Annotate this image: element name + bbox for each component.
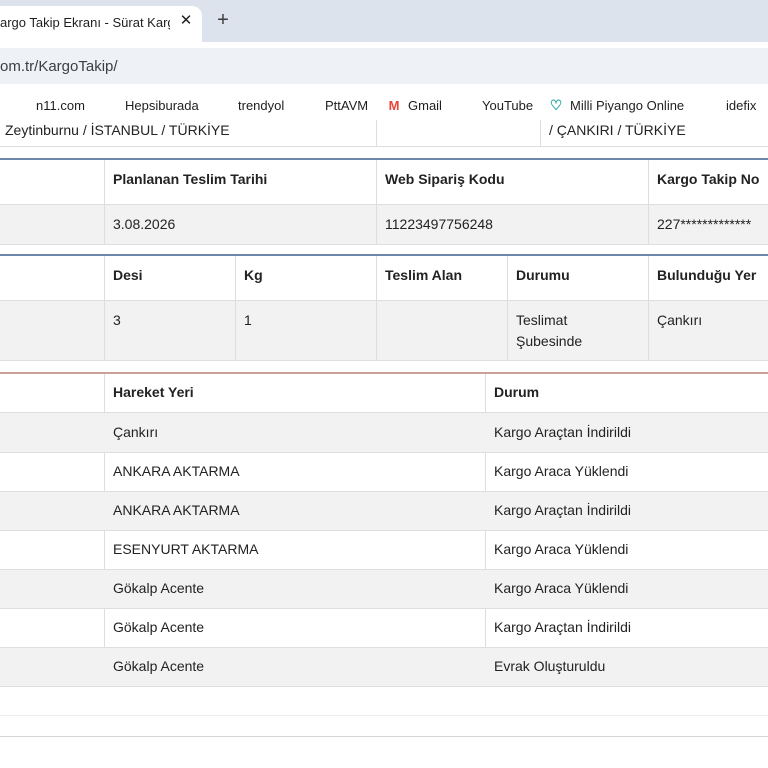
divider: [0, 204, 768, 205]
divider: [0, 608, 768, 609]
tracking-page: Zeytinburnu / İSTANBUL / TÜRKİYE / ÇANKI…: [0, 120, 768, 768]
table-row-status: Evrak Oluşturuldu: [494, 658, 606, 674]
trendyol-icon: t: [222, 100, 226, 110]
column-header-planned-date: Planlanan Teslim Tarihi: [113, 171, 268, 187]
table-row-status: Kargo Araca Yüklendi: [494, 463, 629, 479]
bookmark-label: n11.com: [36, 97, 85, 113]
divider: [376, 120, 377, 146]
address-bar[interactable]: om.tr/KargoTakip/: [0, 48, 768, 84]
table-top-border: [0, 158, 768, 160]
table-row-status: Kargo Araçtan İndirildi: [494, 502, 631, 518]
divider: [0, 686, 768, 687]
table-top-border: [0, 254, 768, 256]
location-value: Çankırı: [657, 312, 703, 328]
receiver-address: / ÇANKIRI / TÜRKİYE: [549, 122, 686, 138]
address-bar-url[interactable]: om.tr/KargoTakip/: [0, 58, 118, 75]
divider: [0, 146, 768, 147]
web-order-code-value: 11223497756248: [385, 216, 493, 232]
bookmark-label: Milli Piyango Online: [570, 97, 685, 113]
table-row-status: Kargo Araçtan İndirildi: [494, 424, 631, 440]
divider: [0, 736, 768, 737]
bookmark-gmail[interactable]: M Gmail: [386, 95, 442, 115]
status-value-line2: Şubesinde: [516, 333, 583, 349]
bookmark-n11[interactable]: n n11.com: [14, 95, 85, 115]
bookmark-trendyol[interactable]: t trendyol: [216, 95, 285, 115]
column-header-location: Bulunduğu Yer: [657, 267, 757, 283]
column-header-receiver: Teslim Alan: [385, 267, 463, 283]
status-value-line1: Teslimat: [516, 312, 568, 328]
table-row-place: Çankırı: [113, 424, 159, 440]
bookmark-label: PttAVM: [325, 97, 369, 113]
bookmark-label: Hepsiburada: [125, 97, 199, 113]
browser-tab-active[interactable]: argo Takip Ekranı - Sürat Kargo ✕: [0, 6, 202, 42]
desi-value: 3: [113, 312, 121, 328]
idefix-icon: ◎: [706, 98, 718, 112]
bookmark-hepsiburada[interactable]: hb Hepsiburada: [103, 95, 199, 115]
divider: [0, 360, 768, 361]
table-row-status: Kargo Araçtan İndirildi: [494, 619, 631, 635]
column-header-movement-status: Durum: [494, 384, 540, 400]
table-row-place: ANKARA AKTARMA: [113, 463, 240, 479]
bookmark-youtube[interactable]: ▶ YouTube: [458, 95, 533, 115]
table-row-place: Gökalp Acente: [113, 619, 205, 635]
table-row-place: ANKARA AKTARMA: [113, 502, 240, 518]
table-row-place: Gökalp Acente: [113, 658, 205, 674]
bookmark-label: idefix: [726, 97, 757, 113]
bookmark-label: Gmail: [408, 97, 442, 113]
bookmarks-bar: n n11.com hb Hepsiburada t trendyol ptt …: [0, 90, 768, 120]
column-header-status: Durumu: [516, 267, 570, 283]
table-row-place: Gökalp Acente: [113, 580, 205, 596]
tab-title: argo Takip Ekranı - Sürat Kargo: [0, 15, 170, 30]
column-header-movement-place: Hareket Yeri: [113, 384, 194, 400]
divider: [540, 120, 541, 146]
youtube-icon: ▶: [464, 102, 470, 109]
tab-strip: argo Takip Ekranı - Sürat Kargo ✕ +: [0, 0, 768, 42]
pttavm-icon: ptt: [307, 102, 315, 108]
bookmark-label: YouTube: [482, 97, 534, 113]
table-row-status: Kargo Araca Yüklendi: [494, 580, 629, 596]
close-icon[interactable]: ✕: [176, 11, 196, 31]
bookmark-milli-piyango[interactable]: ♡ Milli Piyango Online: [548, 95, 684, 115]
table-row-status: Kargo Araca Yüklendi: [494, 541, 629, 557]
bookmark-label: trendyol: [238, 97, 285, 113]
n11-icon: n: [19, 100, 25, 110]
bookmark-idefix[interactable]: ◎ idefix: [704, 95, 757, 115]
browser-toolbar: om.tr/KargoTakip/: [0, 42, 768, 90]
divider: [0, 452, 768, 453]
hepsiburada-icon: hb: [106, 100, 116, 110]
new-tab-icon[interactable]: +: [212, 9, 234, 31]
divider: [0, 244, 768, 245]
sender-address: Zeytinburnu / İSTANBUL / TÜRKİYE: [5, 122, 230, 138]
column-header-kg: Kg: [244, 267, 263, 283]
kg-value: 1: [244, 312, 252, 328]
column-header-desi: Desi: [113, 267, 143, 283]
divider: [0, 300, 768, 301]
divider: [0, 715, 768, 716]
milli-piyango-icon: ♡: [549, 96, 563, 113]
table-row-place: ESENYURT AKTARMA: [113, 541, 259, 557]
tracking-no-value: 227*************: [657, 216, 752, 232]
table-top-border: [0, 372, 768, 374]
planned-date-value: 3.08.2026: [113, 216, 176, 232]
column-header-web-order-code: Web Sipariş Kodu: [385, 171, 505, 187]
divider: [0, 530, 768, 531]
bookmark-pttavm[interactable]: ptt PttAVM: [303, 95, 368, 115]
gmail-icon: M: [388, 97, 400, 113]
column-header-tracking-no: Kargo Takip No: [657, 171, 760, 187]
